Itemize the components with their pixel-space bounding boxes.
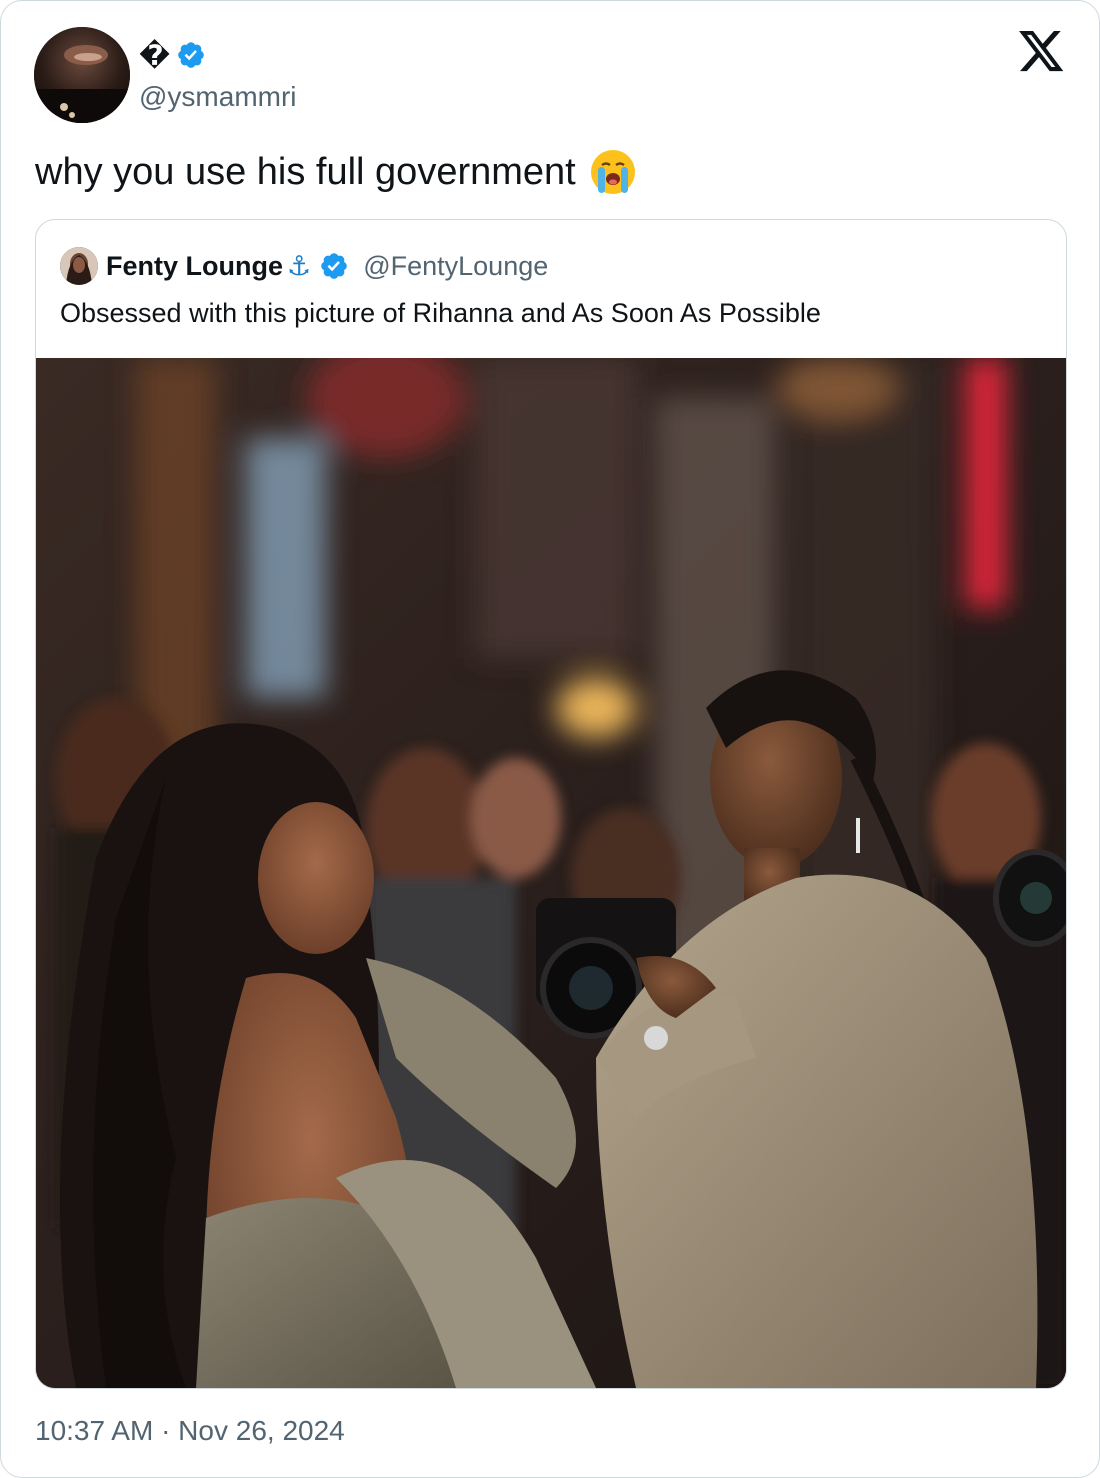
quoted-handle[interactable]: @FentyLounge — [363, 251, 548, 282]
quoted-author-avatar[interactable] — [60, 247, 98, 285]
quoted-avatar-image — [60, 247, 98, 285]
tweet-body: why you use his full government — [35, 147, 638, 197]
photo-image — [36, 358, 1066, 1388]
quoted-tweet-photo[interactable] — [36, 358, 1066, 1388]
anchor-emoji: ⚓ — [287, 250, 312, 281]
author-display-name[interactable]: � — [139, 39, 170, 72]
quoted-display-name[interactable]: Fenty Lounge — [106, 251, 283, 282]
author-handle[interactable]: @ysmammri — [139, 81, 297, 113]
x-logo-icon[interactable] — [1019, 31, 1065, 73]
verified-badge-icon — [178, 42, 204, 68]
author-name-row: � — [139, 37, 206, 73]
tweet-text: why you use his full government — [35, 150, 576, 193]
loudly-crying-face-emoji — [590, 150, 635, 194]
author-avatar[interactable] — [34, 27, 130, 123]
quoted-tweet[interactable]: Fenty Lounge ⚓ @FentyLounge Obsessed wit… — [35, 219, 1067, 1389]
verified-badge-icon — [321, 253, 348, 279]
quoted-tweet-header: Fenty Lounge ⚓ @FentyLounge — [60, 246, 548, 286]
tweet-card: � @ysmammri why you use his full governm… — [0, 0, 1100, 1478]
avatar-image — [34, 27, 130, 123]
quoted-tweet-text: Obsessed with this picture of Rihanna an… — [60, 298, 821, 328]
tweet-timestamp[interactable]: 10:37 AM · Nov 26, 2024 — [35, 1415, 345, 1447]
